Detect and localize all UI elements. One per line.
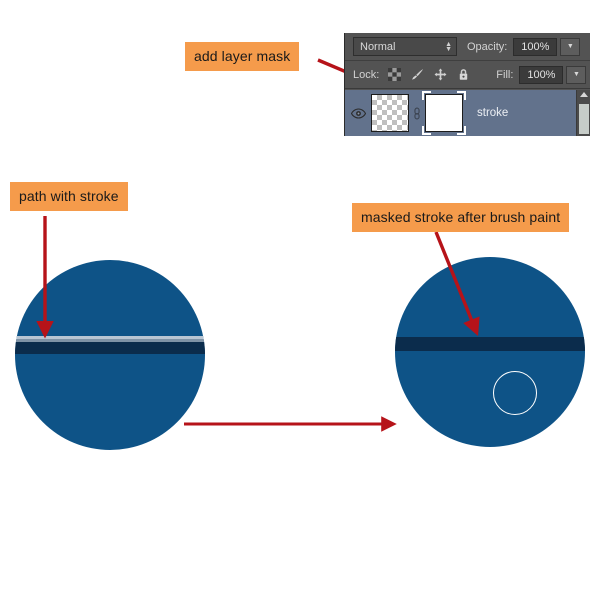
mask-selection-corner-bl [422,126,431,135]
layers-scrollbar[interactable] [576,90,590,136]
mask-selection-corner-tr [457,91,466,100]
lock-image-pixels-icon[interactable] [411,68,424,81]
layer-mask-thumbnail[interactable] [422,91,466,135]
mask-selection-corner-br [457,126,466,135]
layers-panel: Normal ▲ ▼ Opacity: 100% ▼ Lock: Fill: 1… [344,33,590,136]
callout-masked-stroke: masked stroke after brush paint [352,203,570,232]
layer-visibility-toggle[interactable] [345,107,371,119]
callout-add-layer-mask: add layer mask [185,42,300,71]
illustration-canvas: add layer mask path with stroke masked s… [0,0,600,600]
opacity-value[interactable]: 100% [513,37,558,56]
blend-opacity-row: Normal ▲ ▼ Opacity: 100% ▼ [345,33,590,61]
lock-label: Lock: [353,68,380,81]
link-icon [414,107,420,119]
layer-mask-link-icon[interactable] [409,107,425,120]
lock-transparent-pixels-icon[interactable] [388,68,402,81]
lock-position-icon[interactable] [434,68,447,81]
stroke-dark-band [15,342,205,354]
lock-all-icon[interactable] [457,68,470,81]
blend-mode-value: Normal [360,40,396,53]
callout-path-with-stroke: path with stroke [10,182,128,211]
fill-label: Fill: [496,68,514,81]
scroll-up-arrow-icon[interactable] [580,92,588,97]
opacity-label: Opacity: [467,40,508,53]
layer-row-stroke[interactable]: stroke [345,90,577,136]
fill-value[interactable]: 100% [519,65,564,84]
eye-icon [350,107,366,119]
blend-mode-select[interactable]: Normal ▲ ▼ [353,37,457,56]
mask-selection-corner-tl [422,91,431,100]
layer-thumbnail-transparent[interactable] [371,94,409,132]
scrollbar-thumb[interactable] [579,104,589,134]
stroke-dark-band-masked [395,337,585,351]
brush-cursor-icon [493,371,537,415]
layer-name-label[interactable]: stroke [477,107,508,119]
lock-icon-group [388,68,470,81]
lock-fill-row: Lock: Fill: 100% ▼ [345,61,590,89]
masked-stroke-circle [395,257,585,447]
fill-dropdown-button[interactable]: ▼ [566,65,587,84]
stepper-icon[interactable]: ▲ ▼ [445,41,452,53]
path-with-stroke-circle [15,260,205,450]
opacity-dropdown-button[interactable]: ▼ [560,37,581,56]
